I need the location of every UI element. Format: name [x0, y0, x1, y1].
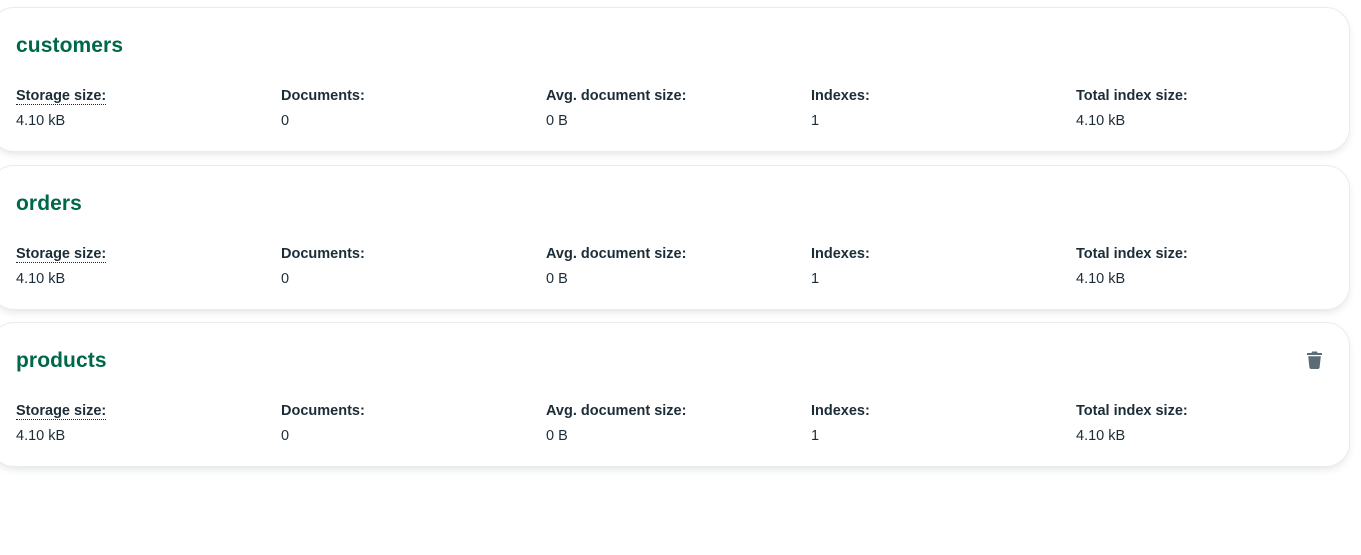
avg-document-size-value: 0 B: [546, 113, 568, 129]
collection-name[interactable]: products: [16, 348, 107, 374]
indexes-value: 1: [811, 113, 820, 129]
documents-stat: Documents: 0: [281, 87, 521, 130]
indexes-label: Indexes:: [811, 88, 870, 104]
total-index-size-value: 4.10 kB: [1076, 428, 1126, 444]
storage-size-stat: Storage size: 4.10 kB: [16, 245, 256, 288]
total-index-size-label: Total index size:: [1076, 403, 1188, 419]
total-index-size-label: Total index size:: [1076, 88, 1188, 104]
total-index-size-value: 4.10 kB: [1076, 271, 1126, 287]
collection-name[interactable]: orders: [16, 191, 82, 217]
trash-icon: [1306, 351, 1322, 369]
documents-value: 0: [281, 271, 290, 287]
documents-label: Documents:: [281, 403, 365, 419]
avg-document-size-value: 0 B: [546, 428, 568, 444]
total-index-size-value: 4.10 kB: [1076, 113, 1126, 129]
documents-value: 0: [281, 113, 290, 129]
total-index-size-stat: Total index size: 4.10 kB: [1076, 402, 1316, 445]
avg-document-size-label: Avg. document size:: [546, 246, 687, 262]
collections-list: customers Storage size: 4.10 kB Document…: [0, 0, 1361, 555]
total-index-size-stat: Total index size: 4.10 kB: [1076, 87, 1316, 130]
indexes-label: Indexes:: [811, 246, 870, 262]
indexes-value: 1: [811, 428, 820, 444]
avg-document-size-stat: Avg. document size: 0 B: [546, 87, 786, 130]
documents-stat: Documents: 0: [281, 245, 521, 288]
avg-document-size-value: 0 B: [546, 271, 568, 287]
storage-size-value: 4.10 kB: [16, 271, 66, 287]
collection-name[interactable]: customers: [16, 33, 123, 59]
avg-document-size-label: Avg. document size:: [546, 88, 687, 104]
storage-size-value: 4.10 kB: [16, 428, 66, 444]
storage-size-stat: Storage size: 4.10 kB: [16, 402, 256, 445]
delete-collection-button[interactable]: [1301, 347, 1327, 373]
total-index-size-stat: Total index size: 4.10 kB: [1076, 245, 1316, 288]
indexes-stat: Indexes: 1: [811, 87, 1051, 130]
documents-value: 0: [281, 428, 290, 444]
collection-card-orders[interactable]: orders Storage size: 4.10 kB Documents: …: [0, 165, 1350, 310]
storage-size-label[interactable]: Storage size:: [16, 246, 107, 263]
storage-size-label[interactable]: Storage size:: [16, 403, 107, 420]
indexes-value: 1: [811, 271, 820, 287]
documents-stat: Documents: 0: [281, 402, 521, 445]
collection-card-products[interactable]: products Storage size: 4.10 kB Documents…: [0, 322, 1350, 467]
indexes-stat: Indexes: 1: [811, 245, 1051, 288]
storage-size-stat: Storage size: 4.10 kB: [16, 87, 256, 130]
avg-document-size-stat: Avg. document size: 0 B: [546, 245, 786, 288]
documents-label: Documents:: [281, 246, 365, 262]
avg-document-size-stat: Avg. document size: 0 B: [546, 402, 786, 445]
collection-card-customers[interactable]: customers Storage size: 4.10 kB Document…: [0, 7, 1350, 152]
storage-size-value: 4.10 kB: [16, 113, 66, 129]
indexes-stat: Indexes: 1: [811, 402, 1051, 445]
documents-label: Documents:: [281, 88, 365, 104]
storage-size-label[interactable]: Storage size:: [16, 88, 107, 105]
total-index-size-label: Total index size:: [1076, 246, 1188, 262]
indexes-label: Indexes:: [811, 403, 870, 419]
avg-document-size-label: Avg. document size:: [546, 403, 687, 419]
